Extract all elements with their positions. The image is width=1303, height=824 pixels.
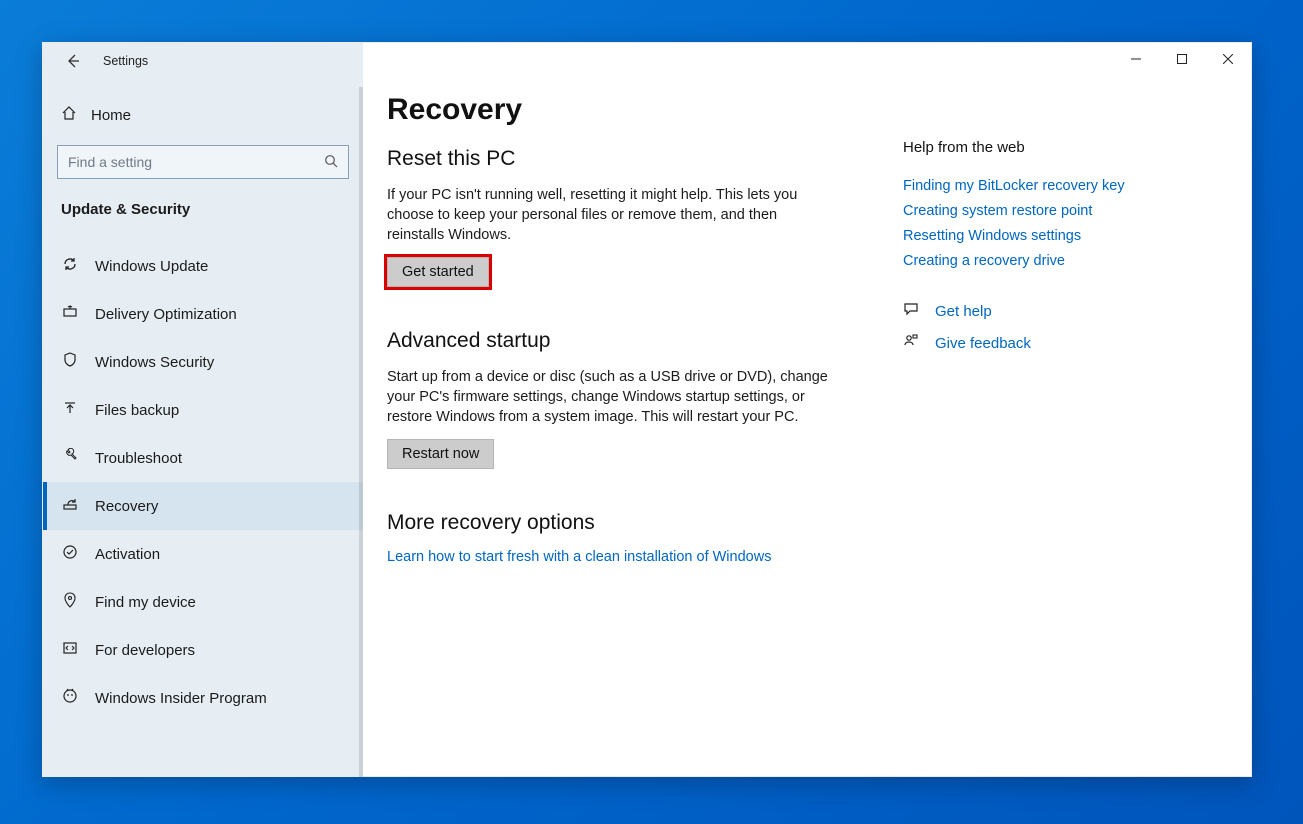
more-heading: More recovery options bbox=[387, 511, 879, 535]
insider-icon bbox=[61, 688, 79, 709]
help-heading: Help from the web bbox=[903, 139, 1139, 156]
sidebar-item-windows-security[interactable]: Windows Security bbox=[43, 338, 363, 386]
reset-description: If your PC isn't running well, resetting… bbox=[387, 185, 835, 245]
sidebar: Settings Home Update & Security Windows … bbox=[43, 43, 363, 776]
app-title: Settings bbox=[103, 54, 148, 68]
get-help-link[interactable]: Get help bbox=[903, 301, 1139, 321]
sync-icon bbox=[61, 256, 79, 277]
sidebar-item-troubleshoot[interactable]: Troubleshoot bbox=[43, 434, 363, 482]
advanced-heading: Advanced startup bbox=[387, 329, 879, 353]
sidebar-item-label: Files backup bbox=[95, 402, 179, 419]
get-started-button[interactable]: Get started bbox=[387, 257, 489, 287]
home-label: Home bbox=[91, 107, 131, 124]
sidebar-item-windows-update[interactable]: Windows Update bbox=[43, 242, 363, 290]
sidebar-home[interactable]: Home bbox=[43, 95, 363, 135]
settings-window: Settings Home Update & Security Windows … bbox=[42, 42, 1252, 777]
sidebar-item-delivery-optimization[interactable]: Delivery Optimization bbox=[43, 290, 363, 338]
sidebar-item-label: Delivery Optimization bbox=[95, 306, 237, 323]
restart-now-button[interactable]: Restart now bbox=[387, 439, 494, 469]
help-column: Help from the web Finding my BitLocker r… bbox=[903, 43, 1159, 776]
shield-icon bbox=[61, 352, 79, 373]
delivery-icon bbox=[61, 304, 79, 325]
sidebar-item-activation[interactable]: Activation bbox=[43, 530, 363, 578]
page-title: Recovery bbox=[387, 93, 879, 127]
sidebar-item-label: Find my device bbox=[95, 594, 196, 611]
give-feedback-link[interactable]: Give feedback bbox=[903, 333, 1139, 353]
sidebar-nav: Windows Update Delivery Optimization Win… bbox=[43, 234, 363, 722]
search-box[interactable] bbox=[57, 145, 349, 179]
sidebar-item-label: Recovery bbox=[95, 498, 158, 515]
main-column: Recovery Reset this PC If your PC isn't … bbox=[363, 43, 903, 776]
home-icon bbox=[61, 105, 77, 125]
reset-heading: Reset this PC bbox=[387, 147, 879, 171]
help-link-bitlocker[interactable]: Finding my BitLocker recovery key bbox=[903, 178, 1139, 194]
window-controls bbox=[1113, 43, 1251, 75]
location-icon bbox=[61, 592, 79, 613]
give-feedback-label: Give feedback bbox=[935, 335, 1031, 352]
sidebar-item-label: Windows Insider Program bbox=[95, 690, 267, 707]
sidebar-item-files-backup[interactable]: Files backup bbox=[43, 386, 363, 434]
minimize-button[interactable] bbox=[1113, 43, 1159, 75]
sidebar-item-for-developers[interactable]: For developers bbox=[43, 626, 363, 674]
fresh-start-link[interactable]: Learn how to start fresh with a clean in… bbox=[387, 549, 879, 565]
wrench-icon bbox=[61, 448, 79, 469]
sidebar-item-label: Windows Security bbox=[95, 354, 214, 371]
check-circle-icon bbox=[61, 544, 79, 565]
get-help-label: Get help bbox=[935, 303, 992, 320]
help-link-reset-settings[interactable]: Resetting Windows settings bbox=[903, 228, 1139, 244]
sidebar-item-windows-insider[interactable]: Windows Insider Program bbox=[43, 674, 363, 722]
section-reset-this-pc: Reset this PC If your PC isn't running w… bbox=[387, 147, 879, 287]
backup-icon bbox=[61, 400, 79, 421]
sidebar-item-label: For developers bbox=[95, 642, 195, 659]
recovery-icon bbox=[61, 496, 79, 517]
search-input[interactable] bbox=[68, 154, 324, 170]
section-more-recovery: More recovery options Learn how to start… bbox=[387, 511, 879, 565]
feedback-icon bbox=[903, 333, 921, 353]
search-icon bbox=[324, 154, 338, 171]
help-link-recovery-drive[interactable]: Creating a recovery drive bbox=[903, 253, 1139, 269]
sidebar-item-recovery[interactable]: Recovery bbox=[43, 482, 363, 530]
content-area: Recovery Reset this PC If your PC isn't … bbox=[363, 43, 1251, 776]
maximize-button[interactable] bbox=[1159, 43, 1205, 75]
titlebar-left: Settings bbox=[43, 43, 363, 79]
advanced-description: Start up from a device or disc (such as … bbox=[387, 367, 835, 427]
sidebar-item-label: Troubleshoot bbox=[95, 450, 182, 467]
sidebar-section-label: Update & Security bbox=[43, 193, 363, 234]
sidebar-item-find-my-device[interactable]: Find my device bbox=[43, 578, 363, 626]
section-advanced-startup: Advanced startup Start up from a device … bbox=[387, 329, 879, 469]
sidebar-item-label: Activation bbox=[95, 546, 160, 563]
close-button[interactable] bbox=[1205, 43, 1251, 75]
search-container bbox=[57, 145, 349, 179]
code-icon bbox=[61, 640, 79, 661]
help-link-restorepoint[interactable]: Creating system restore point bbox=[903, 203, 1139, 219]
back-button[interactable] bbox=[59, 47, 87, 75]
sidebar-item-label: Windows Update bbox=[95, 258, 208, 275]
chat-icon bbox=[903, 301, 921, 321]
